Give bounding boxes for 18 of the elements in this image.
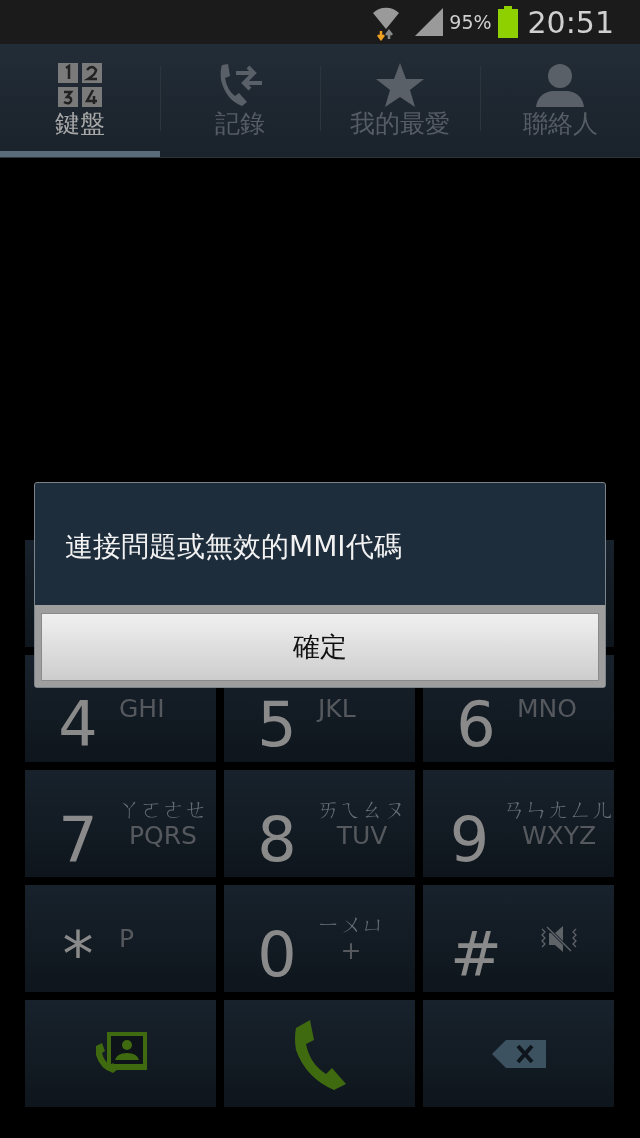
ok-button[interactable]: 確定 bbox=[41, 613, 599, 681]
call-button[interactable] bbox=[224, 1000, 415, 1107]
person-icon bbox=[536, 62, 584, 107]
battery-percentage: 95% bbox=[449, 9, 492, 35]
clock: 20:51 bbox=[527, 3, 614, 42]
mute-icon bbox=[539, 924, 579, 953]
keypad-key[interactable]: * P bbox=[25, 885, 216, 992]
keypad-icon bbox=[58, 62, 102, 107]
call-icon bbox=[293, 1017, 346, 1090]
contact-call-button[interactable] bbox=[25, 1000, 216, 1107]
signal-icon bbox=[415, 8, 446, 36]
tab[interactable]: 鍵盤 bbox=[0, 44, 160, 157]
star-icon bbox=[376, 62, 424, 107]
backspace-icon bbox=[491, 1039, 546, 1068]
battery-icon bbox=[497, 6, 518, 38]
dialog-message: 連接問題或無效的MMI代碼 bbox=[64, 529, 403, 565]
keypad-key[interactable]: # bbox=[423, 885, 614, 992]
backspace-button[interactable] bbox=[423, 1000, 614, 1107]
